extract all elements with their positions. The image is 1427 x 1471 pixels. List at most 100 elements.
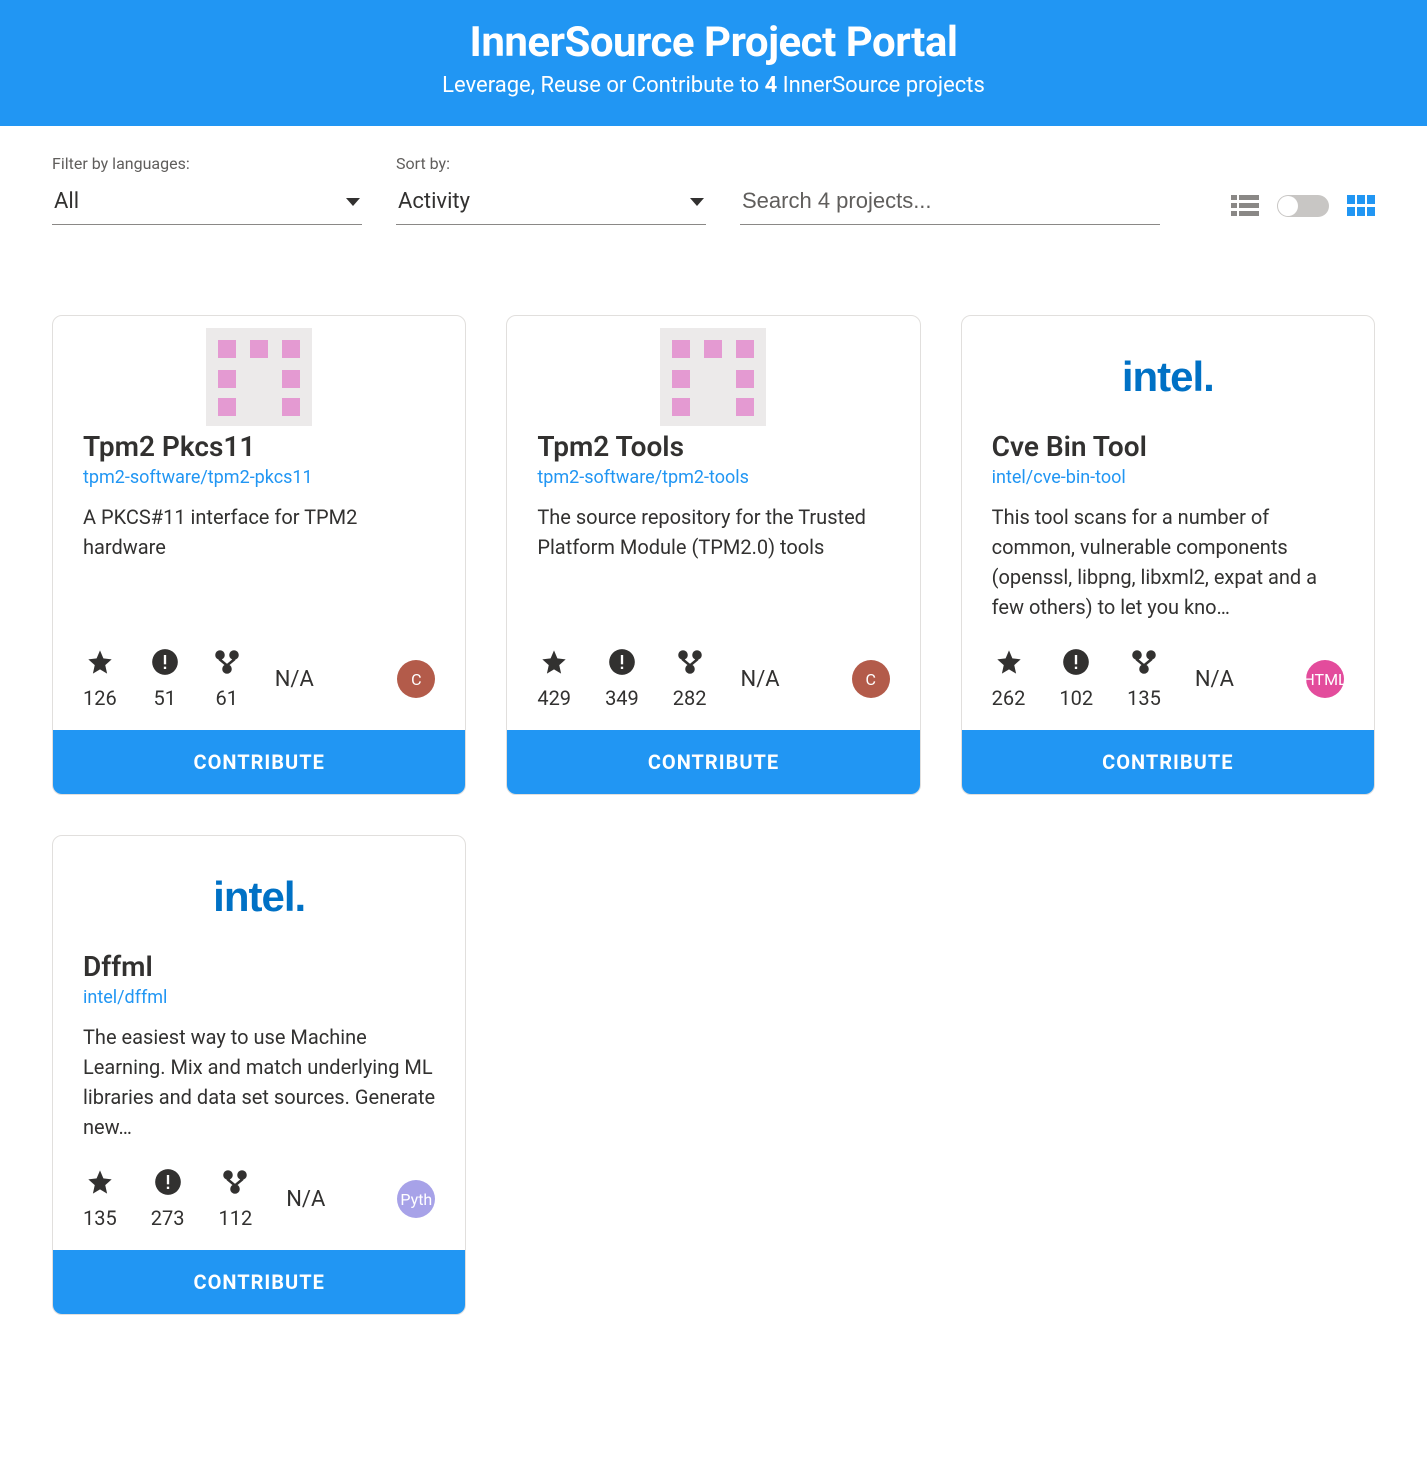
- sort-dropdown[interactable]: Activity: [396, 183, 706, 225]
- chevron-down-icon: [690, 198, 704, 206]
- project-repo-link[interactable]: intel/cve-bin-tool: [992, 467, 1344, 488]
- issues-icon: [608, 648, 636, 676]
- view-toggle[interactable]: [1277, 195, 1329, 217]
- fork-icon: [221, 1168, 249, 1196]
- intel-logo: intel: [1122, 353, 1214, 401]
- star-icon: [540, 648, 568, 676]
- filter-bar: Filter by languages: All Sort by: Activi…: [0, 126, 1427, 225]
- project-repo-link[interactable]: intel/dffml: [83, 987, 435, 1008]
- card-body: Dffml intel/dffml The easiest way to use…: [53, 946, 465, 1250]
- card-logo: intel: [962, 316, 1374, 426]
- stars-count: 262: [992, 686, 1026, 710]
- project-card: Tpm2 Pkcs11 tpm2-software/tpm2-pkcs11 A …: [52, 315, 466, 795]
- search-group: [740, 182, 1160, 225]
- card-logo: [507, 316, 919, 426]
- stars-count: 135: [83, 1206, 117, 1230]
- toggle-knob: [1278, 196, 1298, 216]
- forks-stat: 112: [218, 1168, 252, 1230]
- stars-stat: 429: [537, 648, 571, 710]
- issues-stat: 349: [605, 648, 639, 710]
- forks-count: 282: [673, 686, 707, 710]
- issues-icon: [154, 1168, 182, 1196]
- card-stats: 135 273 112 N/A Pyth: [83, 1168, 435, 1230]
- score-value: N/A: [741, 667, 780, 692]
- intel-logo: intel: [213, 873, 305, 921]
- language-badge: C: [397, 660, 435, 698]
- card-body: Tpm2 Tools tpm2-software/tpm2-tools The …: [507, 426, 919, 730]
- score-value: N/A: [286, 1187, 325, 1212]
- forks-count: 112: [218, 1206, 252, 1230]
- forks-count: 135: [1127, 686, 1161, 710]
- project-title: Tpm2 Tools: [537, 430, 889, 463]
- project-card: intel Dffml intel/dffml The easiest way …: [52, 835, 466, 1315]
- forks-stat: 135: [1127, 648, 1161, 710]
- language-filter-label: Filter by languages:: [52, 154, 362, 173]
- card-body: Tpm2 Pkcs11 tpm2-software/tpm2-pkcs11 A …: [53, 426, 465, 730]
- card-stats: 429 349 282 N/A C: [537, 648, 889, 710]
- language-badge: C: [852, 660, 890, 698]
- project-description: The easiest way to use Machine Learning.…: [83, 1022, 435, 1142]
- project-title: Cve Bin Tool: [992, 430, 1344, 463]
- view-controls: [1231, 195, 1375, 225]
- language-filter-group: Filter by languages: All: [52, 154, 362, 225]
- issues-icon: [151, 648, 179, 676]
- issues-icon: [1062, 648, 1090, 676]
- project-title: Tpm2 Pkcs11: [83, 430, 435, 463]
- project-grid: Tpm2 Pkcs11 tpm2-software/tpm2-pkcs11 A …: [0, 225, 1427, 1375]
- stars-stat: 262: [992, 648, 1026, 710]
- issues-stat: 273: [151, 1168, 185, 1230]
- stars-stat: 126: [83, 648, 117, 710]
- issues-count: 349: [605, 686, 639, 710]
- fork-icon: [1130, 648, 1158, 676]
- card-stats: 126 51 61 N/A C: [83, 648, 435, 710]
- star-icon: [86, 648, 114, 676]
- score-value: N/A: [1195, 667, 1234, 692]
- contribute-button[interactable]: CONTRIBUTE: [507, 730, 919, 794]
- issues-count: 51: [153, 686, 175, 710]
- project-repo-link[interactable]: tpm2-software/tpm2-pkcs11: [83, 467, 435, 488]
- search-input[interactable]: [740, 182, 1160, 225]
- sort-group: Sort by: Activity: [396, 154, 706, 225]
- chevron-down-icon: [346, 198, 360, 206]
- project-title: Dffml: [83, 950, 435, 983]
- contribute-button[interactable]: CONTRIBUTE: [53, 1250, 465, 1314]
- language-badge: Pyth: [397, 1180, 435, 1218]
- fork-icon: [213, 648, 241, 676]
- placeholder-logo: [660, 328, 766, 426]
- contribute-button[interactable]: CONTRIBUTE: [53, 730, 465, 794]
- list-view-icon[interactable]: [1231, 195, 1259, 217]
- portal-header: InnerSource Project Portal Leverage, Reu…: [0, 0, 1427, 126]
- contribute-button[interactable]: CONTRIBUTE: [962, 730, 1374, 794]
- project-card: Tpm2 Tools tpm2-software/tpm2-tools The …: [506, 315, 920, 795]
- placeholder-logo: [206, 328, 312, 426]
- star-icon: [995, 648, 1023, 676]
- sort-value: Activity: [398, 189, 470, 214]
- forks-count: 61: [215, 686, 237, 710]
- language-badge: HTML: [1306, 660, 1344, 698]
- issues-count: 273: [151, 1206, 185, 1230]
- issues-stat: 102: [1059, 648, 1093, 710]
- language-filter-value: All: [54, 189, 79, 214]
- fork-icon: [676, 648, 704, 676]
- card-logo: intel: [53, 836, 465, 946]
- project-description: This tool scans for a number of common, …: [992, 502, 1344, 622]
- project-description: A PKCS#11 interface for TPM2 hardware: [83, 502, 435, 622]
- forks-stat: 282: [673, 648, 707, 710]
- project-description: The source repository for the Trusted Pl…: [537, 502, 889, 622]
- card-logo: [53, 316, 465, 426]
- sort-label: Sort by:: [396, 154, 706, 173]
- card-body: Cve Bin Tool intel/cve-bin-tool This too…: [962, 426, 1374, 730]
- grid-view-icon[interactable]: [1347, 195, 1375, 217]
- page-title: InnerSource Project Portal: [0, 18, 1427, 67]
- language-filter-dropdown[interactable]: All: [52, 183, 362, 225]
- issues-stat: 51: [151, 648, 179, 710]
- score-value: N/A: [275, 667, 314, 692]
- stars-count: 429: [537, 686, 571, 710]
- page-subtitle: Leverage, Reuse or Contribute to 4 Inner…: [0, 73, 1427, 98]
- forks-stat: 61: [213, 648, 241, 710]
- stars-count: 126: [83, 686, 117, 710]
- project-card: intel Cve Bin Tool intel/cve-bin-tool Th…: [961, 315, 1375, 795]
- stars-stat: 135: [83, 1168, 117, 1230]
- card-stats: 262 102 135 N/A HTML: [992, 648, 1344, 710]
- project-repo-link[interactable]: tpm2-software/tpm2-tools: [537, 467, 889, 488]
